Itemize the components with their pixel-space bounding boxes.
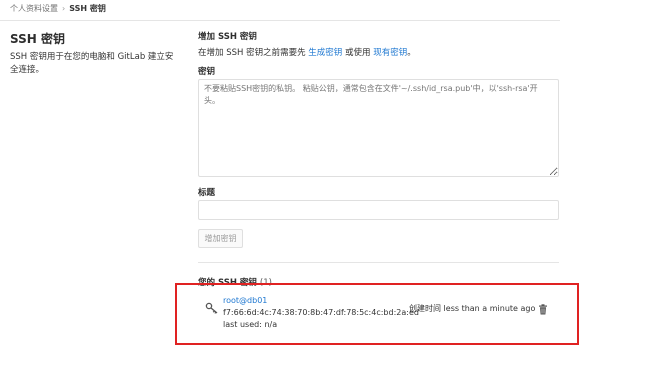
top-divider <box>0 20 560 21</box>
add-key-desc-middle: 或使用 <box>345 48 371 58</box>
page-title: SSH 密钥 <box>10 32 65 46</box>
breadcrumb-profile-settings[interactable]: 个人资料设置 <box>10 3 58 14</box>
add-key-desc-prefix: 在增加 SSH 密钥之前需要先 <box>198 48 306 58</box>
section-intro: SSH 密钥 SSH 密钥用于在您的电脑和 GitLab 建立安全连接。 <box>10 30 180 77</box>
section-divider <box>198 262 559 263</box>
highlight-annotation-box <box>175 283 579 345</box>
add-key-title: 增加 SSH 密钥 <box>198 32 257 42</box>
breadcrumb: 个人资料设置 › SSH 密钥 <box>10 3 106 14</box>
existing-key-link[interactable]: 现有密钥 <box>373 48 407 58</box>
breadcrumb-separator: › <box>62 4 66 13</box>
add-key-desc-suffix: 。 <box>407 48 416 58</box>
add-key-description: 在增加 SSH 密钥之前需要先 生成密钥 或使用 现有密钥。 <box>198 46 560 58</box>
page-description: SSH 密钥用于在您的电脑和 GitLab 建立安全连接。 <box>10 52 174 75</box>
add-key-button[interactable]: 增加密钥 <box>198 229 243 248</box>
title-field-label: 标题 <box>198 188 216 198</box>
title-input[interactable] <box>198 200 559 220</box>
key-textarea[interactable] <box>198 79 559 177</box>
add-key-section: 增加 SSH 密钥 在增加 SSH 密钥之前需要先 生成密钥 或使用 现有密钥。 <box>198 30 560 58</box>
breadcrumb-current[interactable]: SSH 密钥 <box>69 3 106 14</box>
key-field-label: 密钥 <box>198 67 216 77</box>
generate-key-link[interactable]: 生成密钥 <box>308 48 342 58</box>
